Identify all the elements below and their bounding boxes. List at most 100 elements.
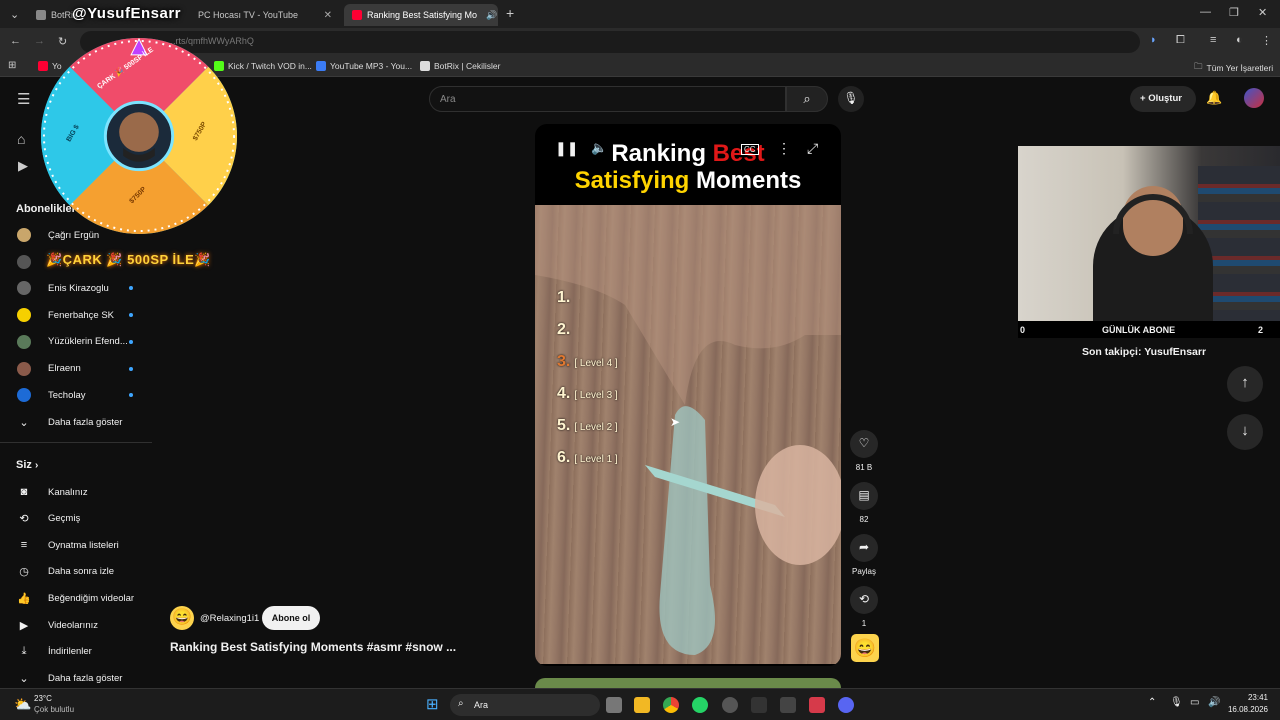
clock-date[interactable]: 16.08.2026 bbox=[1222, 705, 1268, 714]
you-item[interactable]: ⟲ Geçmiş bbox=[0, 507, 152, 531]
next-short-preview[interactable] bbox=[535, 678, 841, 688]
search-icon: ⌕ bbox=[803, 91, 811, 106]
bookmark-youtube[interactable]: Yo bbox=[38, 61, 62, 71]
subscribe-button[interactable]: Abone ol bbox=[262, 606, 320, 630]
app-red-icon[interactable] bbox=[809, 697, 825, 713]
like-button[interactable]: ♡ 81 B bbox=[850, 430, 878, 472]
url-input[interactable]: ...rts/qmfhWWyARhQ bbox=[80, 31, 1140, 53]
volume-icon[interactable]: 🔈 bbox=[591, 140, 607, 156]
reload-icon[interactable]: ↻ bbox=[58, 35, 67, 48]
tray-chevron-icon[interactable]: ⌃ bbox=[1148, 697, 1156, 708]
new-content-dot bbox=[129, 286, 133, 291]
you-heading[interactable]: Siz › bbox=[16, 459, 38, 471]
restore-icon[interactable]: ❐ bbox=[1229, 6, 1239, 19]
home-icon[interactable]: ⌂ bbox=[17, 131, 25, 147]
account-avatar[interactable] bbox=[1244, 88, 1264, 108]
all-bookmarks[interactable]: 🗀 Tüm Yer İşaretleri bbox=[1194, 61, 1273, 75]
minimize-icon[interactable]: — bbox=[1200, 6, 1211, 18]
tab-search-icon[interactable]: ⌄ bbox=[10, 8, 19, 21]
apps-grid-icon[interactable]: ⊞ bbox=[8, 60, 16, 71]
microphone-tray-icon[interactable]: 🎙 bbox=[1170, 697, 1183, 708]
subscription-item[interactable]: Enis Kirazoglu bbox=[0, 276, 152, 300]
captions-icon[interactable]: CC bbox=[741, 144, 759, 155]
short-title[interactable]: Ranking Best Satisfying Moments #asmr #s… bbox=[170, 640, 456, 654]
sound-thumbnail[interactable]: 😄 bbox=[851, 634, 879, 662]
notifications-bell-icon[interactable]: 🔔 bbox=[1206, 90, 1222, 106]
pause-icon[interactable]: ❚❚ bbox=[555, 140, 578, 157]
clock-time[interactable]: 23:41 bbox=[1228, 693, 1268, 702]
chrome-icon[interactable] bbox=[663, 697, 679, 713]
back-icon[interactable]: ← bbox=[10, 35, 21, 47]
more-options-icon[interactable]: ⋮ bbox=[777, 140, 791, 157]
video-frame[interactable]: 1. 2. 3.[ Level 4 ] 4.[ Level 3 ] 5.[ Level … bbox=[535, 205, 841, 664]
weather-temp[interactable]: 23°C bbox=[34, 694, 52, 703]
rank-entry: 1. bbox=[557, 289, 574, 307]
sidebar-divider bbox=[0, 442, 152, 443]
forward-icon[interactable]: → bbox=[34, 35, 45, 47]
share-button[interactable]: ➦ Paylaş bbox=[850, 534, 878, 576]
mouse-cursor-icon: ➤ bbox=[670, 415, 681, 429]
voice-search-button[interactable]: 🎙 bbox=[838, 86, 864, 112]
channel-avatar[interactable]: 😄 bbox=[170, 606, 194, 630]
menu-kebab-icon[interactable]: ⋮ bbox=[1261, 34, 1272, 47]
video-title-overlay-line1: Ranking Best bbox=[535, 140, 841, 168]
previous-short-button[interactable]: ↑ bbox=[1227, 366, 1263, 402]
subscription-item[interactable]: Elraenn bbox=[0, 357, 152, 381]
close-window-icon[interactable]: ✕ bbox=[1258, 6, 1267, 19]
obs-icon[interactable] bbox=[722, 697, 738, 713]
taskbar-search[interactable]: Ara bbox=[450, 694, 600, 716]
terminal-icon[interactable] bbox=[751, 697, 767, 713]
weather-desc[interactable]: Çok bulutlu bbox=[34, 705, 74, 714]
extension-icon[interactable]: ◗ bbox=[1150, 34, 1157, 46]
chevron-down-icon: ⌄ bbox=[19, 416, 29, 429]
fullscreen-icon[interactable]: ⤢ bbox=[807, 140, 818, 157]
you-item[interactable]: ⤓ İndirilenler bbox=[0, 640, 152, 664]
chevron-right-icon: › bbox=[34, 460, 39, 471]
you-item[interactable]: ◷ Daha sonra izle bbox=[0, 560, 152, 584]
bookmark-kick-vod[interactable]: Kick / Twitch VOD in... bbox=[214, 61, 312, 71]
audio-playing-icon[interactable]: 🔊 bbox=[486, 10, 497, 21]
bookmark-botrix[interactable]: BotRix | Cekilisler bbox=[420, 61, 500, 71]
mp3-favicon-icon bbox=[316, 61, 326, 71]
hamburger-menu-icon[interactable]: ☰ bbox=[17, 90, 30, 108]
rank-level: [ Level 3 ] bbox=[574, 390, 618, 401]
comments-button[interactable]: ▤ 82 bbox=[850, 482, 878, 524]
video-title-overlay-line2: Satisfying Moments bbox=[535, 167, 841, 195]
subscription-item[interactable]: Yüzüklerin Efend... bbox=[0, 330, 152, 354]
arrow-down-icon: ↓ bbox=[1241, 422, 1249, 439]
you-item[interactable]: ▶ Videolarınız bbox=[0, 613, 152, 637]
task-view-icon[interactable] bbox=[606, 697, 622, 713]
remix-button[interactable]: ⟲ 1 bbox=[850, 586, 878, 628]
subscription-item[interactable]: Techolay bbox=[0, 383, 152, 407]
weather-icon[interactable]: ⛅ bbox=[14, 696, 31, 713]
you-item[interactable]: ◙ Kanalınız bbox=[0, 480, 152, 504]
channel-handle[interactable]: @Relaxing1i1 bbox=[200, 613, 259, 624]
file-explorer-icon[interactable] bbox=[634, 697, 650, 713]
search-button[interactable]: ⌕ bbox=[786, 86, 828, 112]
subscription-item[interactable]: Fenerbahçe SK bbox=[0, 303, 152, 327]
you-item[interactable]: ≡ Oynatma listeleri bbox=[0, 533, 152, 557]
extensions-puzzle-icon[interactable]: ⧠ bbox=[1176, 34, 1185, 47]
profile-icon[interactable]: ◐ bbox=[1236, 34, 1243, 46]
shorts-icon[interactable]: ▶ bbox=[18, 158, 28, 174]
you-item[interactable]: 👍 Beğendiğim videolar bbox=[0, 586, 152, 610]
windows-start-icon[interactable]: ⊞ bbox=[426, 695, 439, 713]
close-tab-icon[interactable]: ✕ bbox=[324, 10, 332, 21]
tab-ranking-best[interactable]: Ranking Best Satisfying Mo 🔊 ✕ bbox=[344, 4, 498, 26]
app-icon[interactable] bbox=[780, 697, 796, 713]
bookmark-youtube-mp3[interactable]: YouTube MP3 - You... bbox=[316, 61, 412, 71]
shorts-player[interactable]: 1. 2. 3.[ Level 4 ] 4.[ Level 3 ] 5.[ Level … bbox=[535, 124, 841, 666]
create-button[interactable]: + Oluştur bbox=[1130, 86, 1196, 112]
search-input[interactable]: Ara bbox=[429, 86, 786, 112]
discord-icon[interactable] bbox=[838, 697, 854, 713]
last-follower: Son takipçi: YusufEnsarr bbox=[1081, 346, 1207, 358]
media-control-icon[interactable]: ≡ bbox=[1210, 34, 1216, 46]
new-tab-button[interactable]: + bbox=[506, 5, 514, 21]
you-item[interactable]: ⌄ Daha fazla göster bbox=[0, 666, 152, 690]
tab-pc-hocasi[interactable]: PC Hocası TV - YouTube ✕ bbox=[190, 4, 340, 26]
show-more-subscriptions[interactable]: ⌄ Daha fazla göster bbox=[0, 410, 152, 434]
next-short-button[interactable]: ↓ bbox=[1227, 414, 1263, 450]
speaker-icon[interactable]: 🔊 bbox=[1208, 697, 1220, 708]
whatsapp-icon[interactable] bbox=[692, 697, 708, 713]
network-icon[interactable]: ▭ bbox=[1190, 697, 1199, 708]
